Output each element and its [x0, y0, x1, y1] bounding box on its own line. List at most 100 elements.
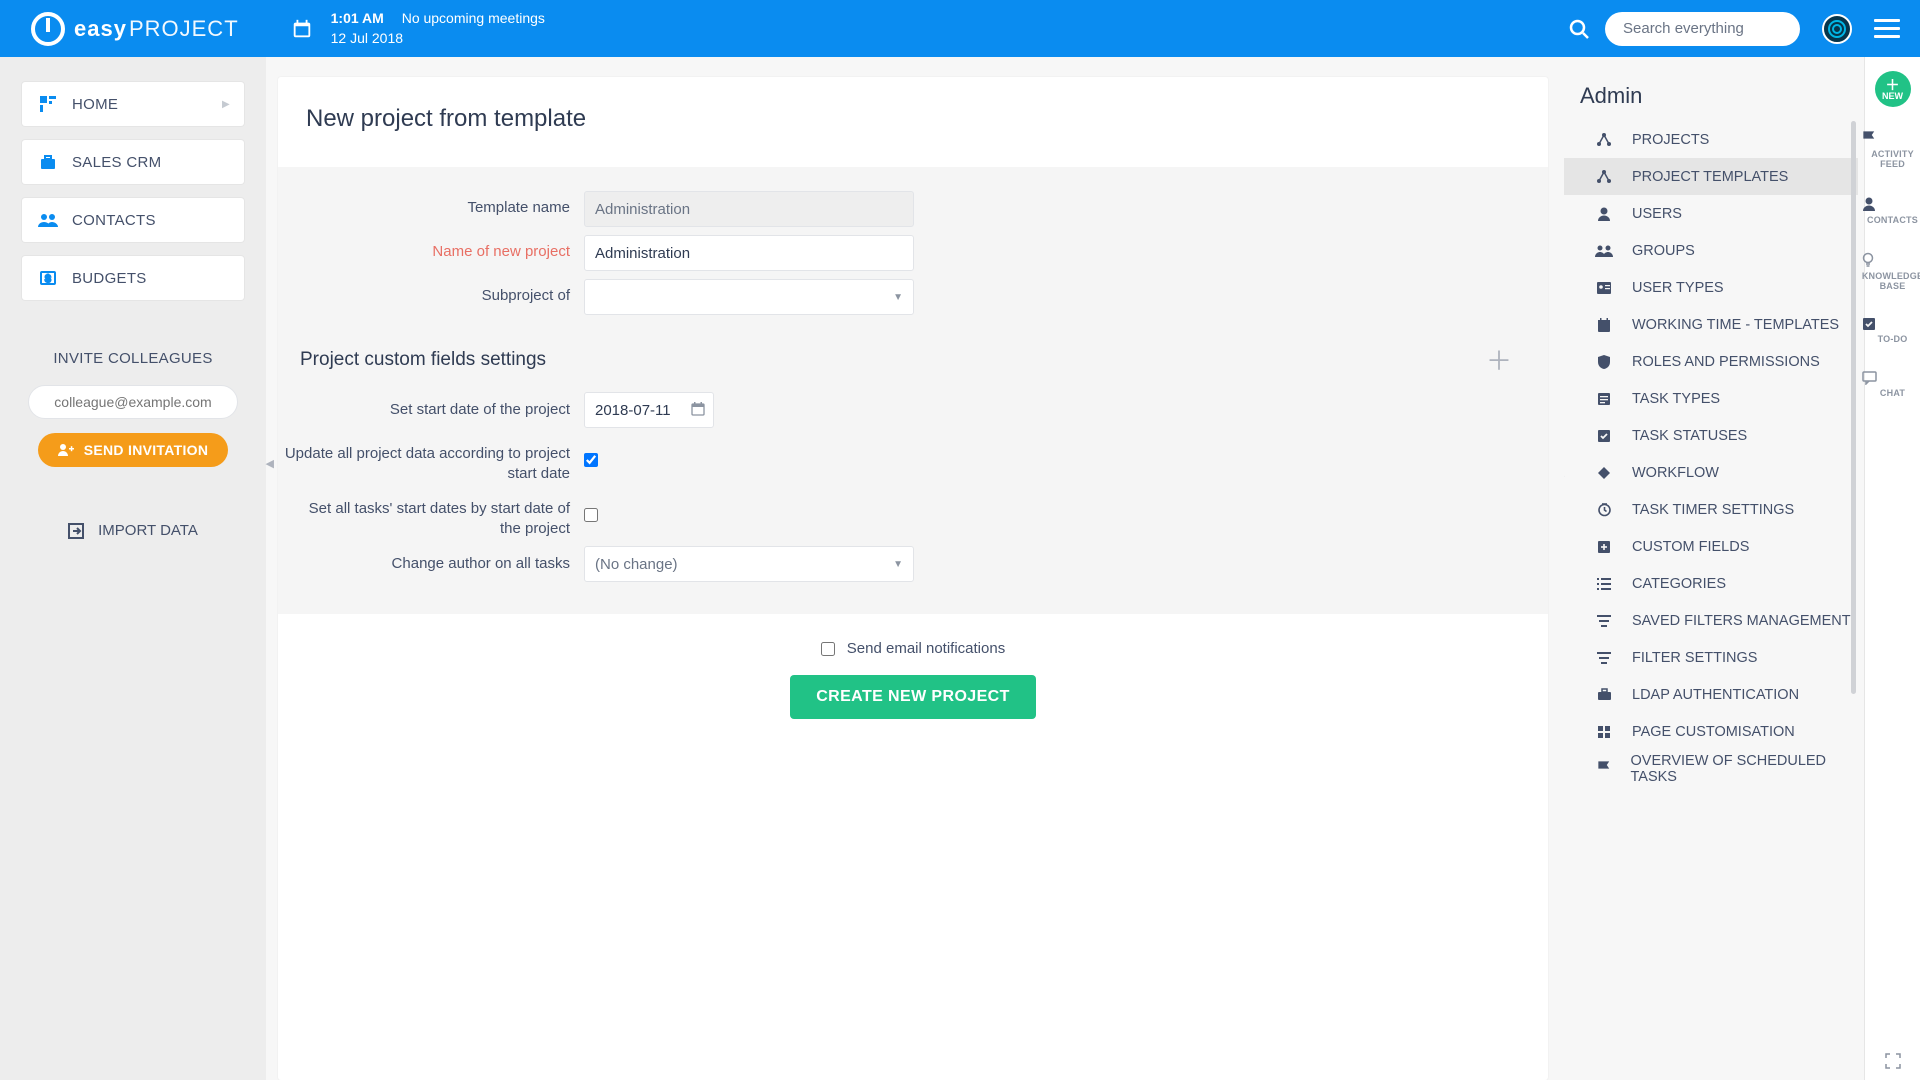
- add-custom-field-button[interactable]: ＋: [1486, 341, 1512, 378]
- admin-item-task-timer-settings[interactable]: TASK TIMER SETTINGS: [1564, 491, 1858, 528]
- admin-item-workflow[interactable]: WORKFLOW: [1564, 454, 1858, 491]
- import-data-link[interactable]: IMPORT DATA: [22, 522, 244, 539]
- check-icon: [1594, 429, 1614, 443]
- menu-icon[interactable]: [1874, 16, 1900, 42]
- sidebar-item-label: HOME: [72, 96, 118, 113]
- workflow-icon: [1594, 466, 1614, 480]
- new-project-name-input[interactable]: [584, 235, 914, 271]
- admin-item-label: PAGE CUSTOMISATION: [1632, 724, 1795, 740]
- left-sidebar: HOME ▶ SALES CRM CONTACTS $ BUDGETS INVI…: [0, 57, 266, 1080]
- caret-down-icon: ▼: [893, 559, 903, 570]
- sidebar-item-sales-crm[interactable]: SALES CRM: [22, 140, 244, 184]
- admin-item-label: SAVED FILTERS MANAGEMENT: [1632, 613, 1851, 629]
- svg-text:$: $: [45, 274, 51, 285]
- admin-item-working-time-templates[interactable]: WORKING TIME - TEMPLATES: [1564, 306, 1858, 343]
- new-button[interactable]: ＋ NEW: [1875, 71, 1911, 107]
- grid-icon: [1594, 725, 1614, 739]
- admin-item-user-types[interactable]: USER TYPES: [1564, 269, 1858, 306]
- admin-item-task-statuses[interactable]: TASK STATUSES: [1564, 417, 1858, 454]
- admin-menu: PROJECTSPROJECT TEMPLATESUSERSGROUPSUSER…: [1564, 121, 1858, 1076]
- invite-icon: [58, 443, 74, 457]
- invite-section: INVITE COLLEAGUES SEND INVITATION: [22, 350, 244, 467]
- list2-icon: [1594, 578, 1614, 590]
- right-rail: ＋ NEW ACTIVITYFEED CONTACTS KNOWLEDGEBASE T…: [1864, 57, 1920, 1080]
- brand-mark: [30, 11, 66, 47]
- global-search-input[interactable]: [1605, 12, 1800, 46]
- fullscreen-icon[interactable]: [1884, 1052, 1902, 1070]
- main-content: New project from template Template name …: [266, 57, 1564, 1080]
- template-name-input: [584, 191, 914, 227]
- rail-todo[interactable]: TO-DO: [1862, 317, 1920, 345]
- header-calendar[interactable]: 1:01 AM No upcoming meetings 12 Jul 2018: [289, 9, 545, 48]
- chat-icon: [1862, 371, 1920, 385]
- subproject-select[interactable]: ▼: [584, 279, 914, 315]
- id-icon: [1594, 281, 1614, 295]
- user-avatar[interactable]: [1822, 14, 1852, 44]
- import-icon: [68, 523, 84, 539]
- admin-title: Admin: [1564, 77, 1858, 121]
- label-update-data: Update all project data according to pro…: [284, 436, 584, 483]
- admin-item-saved-filters-management[interactable]: SAVED FILTERS MANAGEMENT: [1564, 602, 1858, 639]
- label-new-project-name: Name of new project: [284, 235, 584, 260]
- meeting-status: No upcoming meetings: [402, 10, 545, 26]
- admin-item-label: CUSTOM FIELDS: [1632, 539, 1749, 555]
- sidebar-item-budgets[interactable]: $ BUDGETS: [22, 256, 244, 300]
- admin-item-task-types[interactable]: TASK TYPES: [1564, 380, 1858, 417]
- set-tasks-checkbox[interactable]: [584, 508, 598, 522]
- create-project-button[interactable]: CREATE NEW PROJECT: [790, 675, 1036, 719]
- user-icon: [1594, 206, 1614, 222]
- admin-item-label: CATEGORIES: [1632, 576, 1726, 592]
- admin-item-custom-fields[interactable]: CUSTOM FIELDS: [1564, 528, 1858, 565]
- check-icon: [1862, 317, 1920, 331]
- admin-item-groups[interactable]: GROUPS: [1564, 232, 1858, 269]
- admin-item-project-templates[interactable]: PROJECT TEMPLATES: [1564, 158, 1858, 195]
- admin-item-overview-of-scheduled-tasks[interactable]: OVERVIEW OF SCHEDULED TASKS: [1564, 750, 1858, 787]
- rail-label: CONTACTS: [1862, 216, 1920, 226]
- import-label: IMPORT DATA: [98, 522, 198, 539]
- admin-item-label: TASK TYPES: [1632, 391, 1720, 407]
- sidebar-item-contacts[interactable]: CONTACTS: [22, 198, 244, 242]
- filter-icon: [1594, 652, 1614, 664]
- collapse-left-icon[interactable]: ◀: [266, 457, 274, 470]
- rail-knowledge-base[interactable]: KNOWLEDGEBASE: [1862, 252, 1920, 292]
- sidebar-item-home[interactable]: HOME ▶: [22, 82, 244, 126]
- invite-title: INVITE COLLEAGUES: [22, 350, 244, 367]
- admin-item-roles-and-permissions[interactable]: ROLES AND PERMISSIONS: [1564, 343, 1858, 380]
- admin-item-filter-settings[interactable]: FILTER SETTINGS: [1564, 639, 1858, 676]
- send-invitation-button[interactable]: SEND INVITATION: [38, 433, 229, 467]
- admin-item-label: LDAP AUTHENTICATION: [1632, 687, 1799, 703]
- calendar-picker-icon[interactable]: [690, 401, 706, 417]
- email-notif-checkbox[interactable]: [821, 642, 835, 656]
- admin-item-projects[interactable]: PROJECTS: [1564, 121, 1858, 158]
- rail-chat[interactable]: CHAT: [1862, 371, 1920, 399]
- admin-item-users[interactable]: USERS: [1564, 195, 1858, 232]
- scrollbar-thumb[interactable]: [1851, 121, 1856, 694]
- custom-fields-heading: Project custom fields settings: [300, 349, 546, 371]
- label-start-date: Set start date of the project: [284, 392, 584, 420]
- admin-item-label: FILTER SETTINGS: [1632, 650, 1757, 666]
- admin-item-page-customisation[interactable]: PAGE CUSTOMISATION: [1564, 713, 1858, 750]
- admin-item-ldap-authentication[interactable]: LDAP AUTHENTICATION: [1564, 676, 1858, 713]
- flag-icon: [1862, 131, 1920, 146]
- group-icon: [1594, 244, 1614, 258]
- admin-item-categories[interactable]: CATEGORIES: [1564, 565, 1858, 602]
- filter-icon: [1594, 615, 1614, 627]
- share-icon: [1594, 169, 1614, 185]
- invite-email-input[interactable]: [28, 385, 238, 419]
- invite-button-label: SEND INVITATION: [84, 442, 209, 458]
- home-icon: [38, 94, 58, 114]
- admin-panel: ▶ Admin PROJECTSPROJECT TEMPLATESUSERSGR…: [1564, 57, 1864, 1080]
- label-set-tasks: Set all tasks' start dates by start date…: [284, 491, 584, 538]
- search-icon[interactable]: [1567, 17, 1591, 41]
- list-icon: [1594, 392, 1614, 406]
- brand-text-light: PROJECT: [129, 16, 239, 42]
- brand-logo[interactable]: easy PROJECT: [30, 11, 239, 47]
- sidebar-item-label: CONTACTS: [72, 212, 156, 229]
- update-data-checkbox[interactable]: [584, 453, 598, 467]
- rail-activity-feed[interactable]: ACTIVITYFEED: [1862, 131, 1920, 170]
- change-author-select[interactable]: (No change) ▼: [584, 546, 914, 582]
- flag-icon: [1594, 761, 1613, 776]
- rail-contacts[interactable]: CONTACTS: [1862, 196, 1920, 226]
- shield-icon: [1594, 354, 1614, 370]
- sidebar-item-label: SALES CRM: [72, 154, 161, 171]
